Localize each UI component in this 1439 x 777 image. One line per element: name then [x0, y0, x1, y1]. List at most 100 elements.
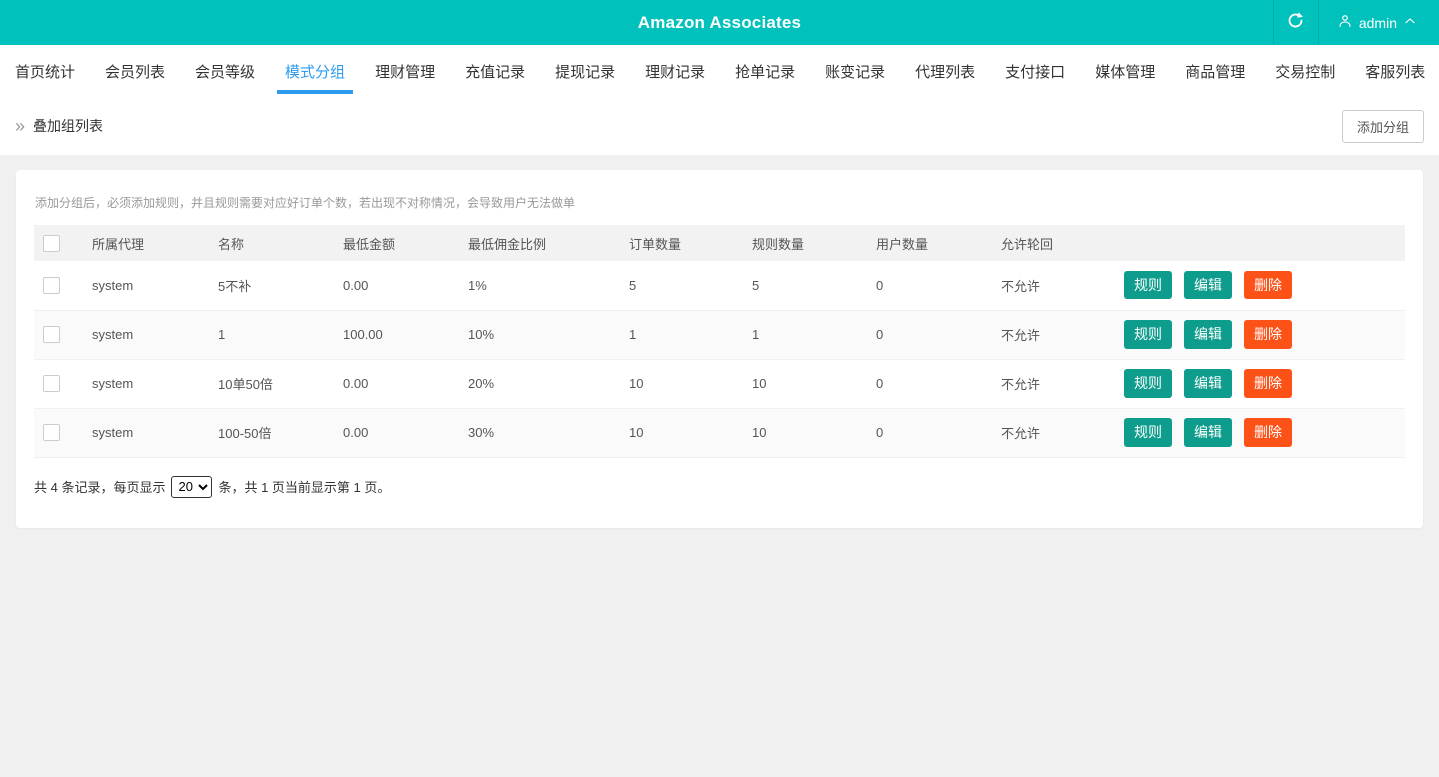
cell-order-count: 10 [629, 376, 644, 391]
cell-allow-cycle: 不允许 [1001, 426, 1041, 441]
delete-button[interactable]: 删除 [1244, 418, 1292, 447]
rules-button[interactable]: 规则 [1124, 418, 1172, 447]
nav-tab-12[interactable]: 媒体管理 [1093, 45, 1157, 97]
breadcrumb-bar: » 叠加组列表 添加分组 [0, 97, 1439, 155]
cell-allow-cycle: 不允许 [1001, 328, 1041, 343]
cell-order-count: 1 [629, 327, 637, 342]
cell-min-commission: 20% [468, 376, 495, 391]
edit-button[interactable]: 编辑 [1184, 271, 1232, 300]
table-row: system 10单50倍 0.00 20% 10 10 0 不允许 规则 编辑… [34, 359, 1405, 408]
nav-tab-4[interactable]: 理财管理 [373, 45, 437, 97]
nav-tab-5[interactable]: 充值记录 [463, 45, 527, 97]
chevron-up-icon [1403, 14, 1417, 31]
cell-rule-count: 10 [752, 376, 767, 391]
cell-agent: system [92, 277, 134, 293]
cell-rule-count: 5 [752, 277, 760, 293]
app-title: Amazon Associates [637, 13, 802, 32]
cell-name: 1 [218, 327, 226, 342]
cell-rule-count: 10 [752, 425, 767, 440]
pagination: 共 4 条记录，每页显示 20 条，共 1 页当前显示第 1 页。 [34, 475, 1405, 498]
cell-allow-cycle: 不允许 [1001, 377, 1041, 392]
cell-min-amount: 100.00 [343, 327, 383, 342]
cell-min-amount: 0.00 [343, 425, 369, 440]
cell-agent: system [92, 425, 134, 440]
groups-table: 所属代理 名称 最低金额 最低佣金比例 订单数量 规则数量 用户数量 允许轮回 system … [34, 225, 1405, 458]
nav-tab-10[interactable]: 代理列表 [913, 45, 977, 97]
refresh-button[interactable] [1272, 0, 1318, 45]
column-header-3: 最低佣金比例 [468, 236, 547, 252]
delete-button[interactable]: 删除 [1244, 320, 1292, 349]
nav-tab-13[interactable]: 商品管理 [1183, 45, 1247, 97]
notice-text: 添加分组后，必须添加规则，并且规则需要对应好订单个数，若出现不对称情况，会导致用… [35, 196, 576, 210]
delete-button[interactable]: 删除 [1244, 271, 1292, 300]
table-row: system 1 100.00 10% 1 1 0 不允许 规则 编辑 删除 [34, 310, 1405, 359]
column-header-actions [1114, 225, 1405, 261]
cell-min-amount: 0.00 [343, 376, 369, 391]
nav-tab-15[interactable]: 客服列表 [1363, 45, 1427, 97]
cell-user-count: 0 [876, 376, 884, 391]
rules-button[interactable]: 规则 [1124, 271, 1172, 300]
table-body: system 5不补 0.00 1% 5 5 0 不允许 规则 编辑 删除 sy… [34, 261, 1405, 457]
row-checkbox[interactable] [43, 375, 60, 393]
refresh-icon [1286, 11, 1305, 35]
nav-tab-2[interactable]: 会员等级 [193, 45, 257, 97]
row-checkbox[interactable] [43, 326, 60, 344]
user-icon [1337, 13, 1353, 32]
add-group-button[interactable]: 添加分组 [1341, 109, 1424, 143]
main-content: 添加分组后，必须添加规则，并且规则需要对应好订单个数，若出现不对称情况，会导致用… [0, 155, 1439, 528]
cell-order-count: 5 [629, 277, 637, 293]
nav-tab-8[interactable]: 抢单记录 [733, 45, 797, 97]
nav-tab-6[interactable]: 提现记录 [553, 45, 617, 97]
breadcrumb-icon: » [15, 116, 26, 136]
pagination-suffix: 条，共 1 页当前显示第 1 页。 [218, 480, 391, 495]
column-header-2: 最低金额 [343, 236, 396, 252]
page-size-select[interactable]: 20 [171, 475, 213, 498]
column-header-5: 规则数量 [752, 236, 805, 252]
nav-tab-1[interactable]: 会员列表 [103, 45, 167, 97]
table-row: system 100-50倍 0.00 30% 10 10 0 不允许 规则 编… [34, 408, 1405, 457]
group-list-card: 添加分组后，必须添加规则，并且规则需要对应好订单个数，若出现不对称情况，会导致用… [16, 170, 1423, 528]
nav-tabs: 首页统计 会员列表 会员等级 模式分组 理财管理 充值记录 提现记录 理财记录 抢单记录 账变记录… [0, 45, 1439, 97]
cell-min-commission: 1% [468, 277, 487, 293]
cell-min-amount: 0.00 [343, 277, 369, 293]
nav-tab-11[interactable]: 支付接口 [1003, 45, 1067, 97]
delete-button[interactable]: 删除 [1244, 369, 1292, 398]
topbar: Amazon Associates admin [0, 0, 1439, 45]
rules-button[interactable]: 规则 [1124, 369, 1172, 398]
page-title: 叠加组列表 [33, 118, 104, 134]
column-header-0: 所属代理 [92, 236, 145, 252]
select-all-checkbox[interactable] [43, 234, 60, 252]
cell-user-count: 0 [876, 327, 884, 342]
cell-order-count: 10 [629, 425, 644, 440]
cell-min-commission: 30% [468, 425, 495, 440]
table-header-row: 所属代理 名称 最低金额 最低佣金比例 订单数量 规则数量 用户数量 允许轮回 [34, 225, 1405, 261]
cell-user-count: 0 [876, 425, 884, 440]
pagination-prefix: 共 4 条记录，每页显示 [34, 480, 166, 495]
cell-name: 10单50倍 [218, 377, 273, 392]
edit-button[interactable]: 编辑 [1184, 369, 1232, 398]
column-header-7: 允许轮回 [1001, 236, 1054, 252]
cell-user-count: 0 [876, 277, 884, 293]
cell-name: 100-50倍 [218, 426, 272, 441]
rules-button[interactable]: 规则 [1124, 320, 1172, 349]
cell-agent: system [92, 327, 134, 342]
row-checkbox[interactable] [43, 424, 60, 442]
nav-tab-3[interactable]: 模式分组 [277, 45, 354, 97]
cell-rule-count: 1 [752, 327, 760, 342]
row-checkbox[interactable] [43, 276, 60, 294]
nav-tab-14[interactable]: 交易控制 [1273, 45, 1337, 97]
nav-tab-9[interactable]: 账变记录 [823, 45, 887, 97]
user-name: admin [1358, 14, 1397, 31]
cell-name: 5不补 [218, 278, 252, 294]
column-header-6: 用户数量 [876, 236, 929, 252]
cell-min-commission: 10% [468, 327, 495, 342]
nav-tab-0[interactable]: 首页统计 [13, 45, 77, 97]
edit-button[interactable]: 编辑 [1184, 320, 1232, 349]
edit-button[interactable]: 编辑 [1184, 418, 1232, 447]
user-menu[interactable]: admin [1317, 0, 1439, 45]
nav-tab-7[interactable]: 理财记录 [643, 45, 707, 97]
column-header-1: 名称 [218, 236, 245, 252]
column-header-4: 订单数量 [629, 236, 682, 252]
table-row: system 5不补 0.00 1% 5 5 0 不允许 规则 编辑 删除 [34, 261, 1405, 310]
cell-agent: system [92, 376, 134, 391]
